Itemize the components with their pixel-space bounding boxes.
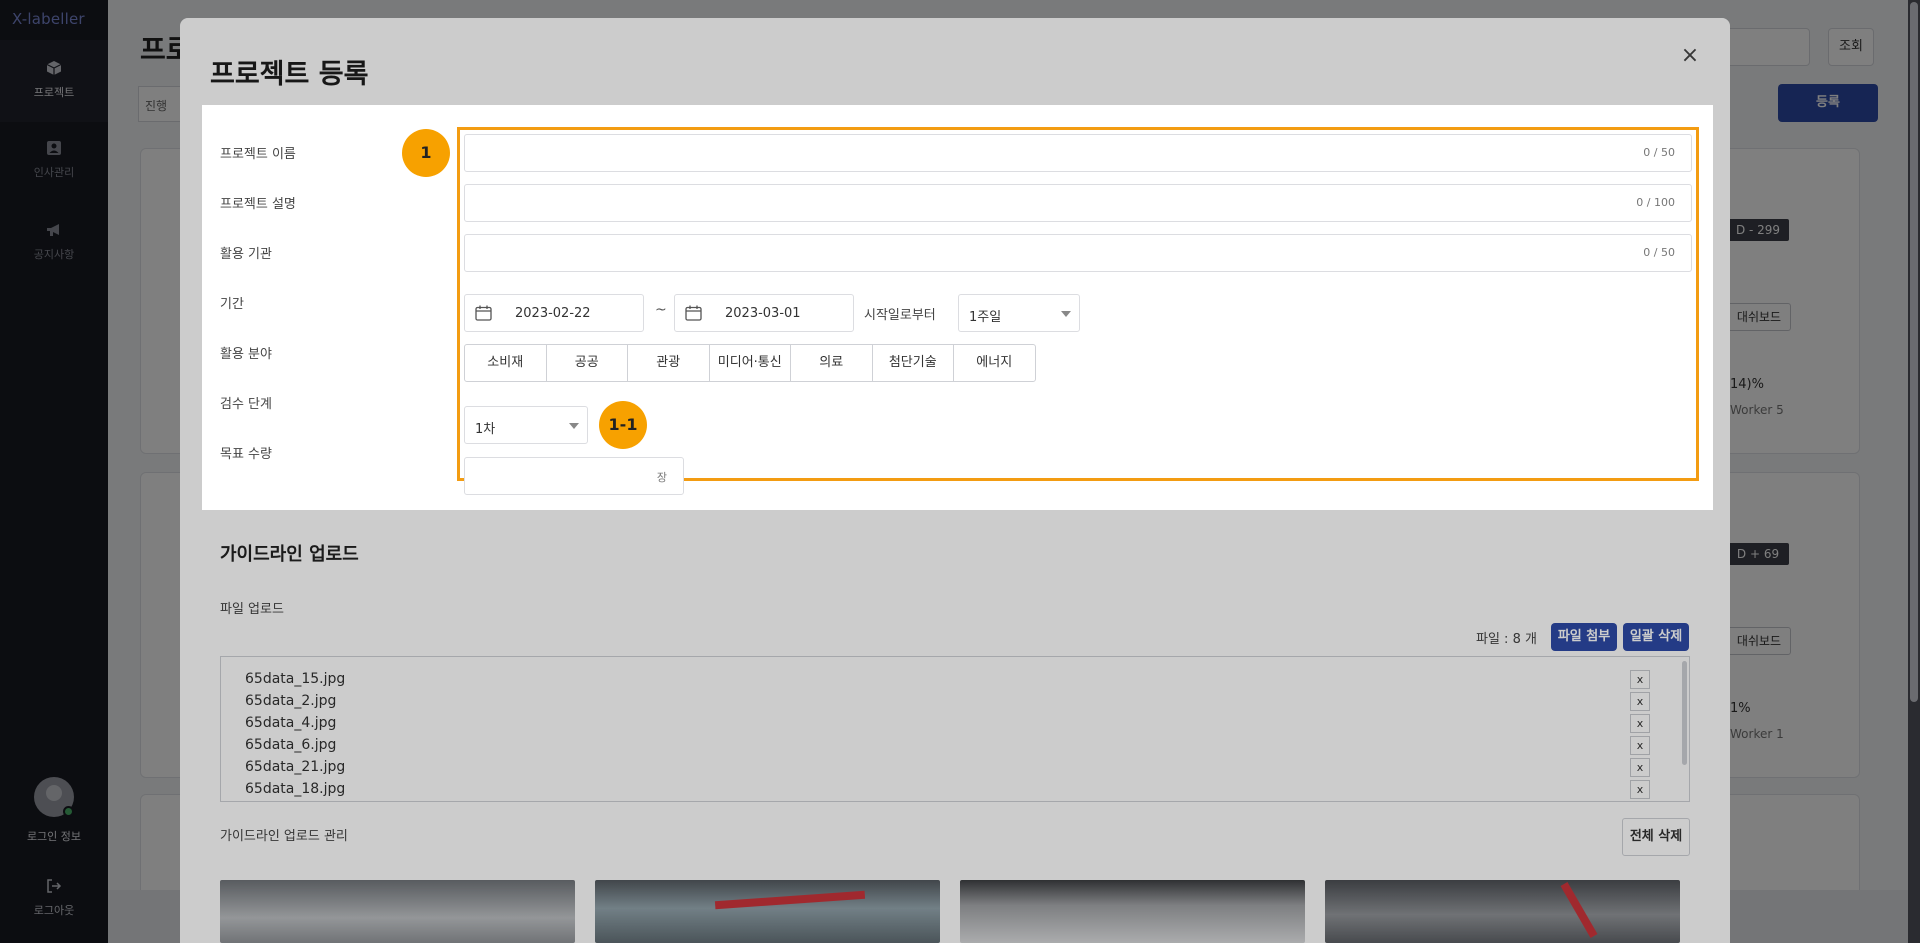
file-name: 65data_4.jpg: [245, 715, 337, 731]
file-name: 65data_18.jpg: [245, 781, 346, 797]
duration-select[interactable]: 1주일: [958, 294, 1080, 332]
project-register-modal: 프로젝트 등록 × 가이드라인 업로드 파일 업로드 파일 : 8 개 파일 첨…: [180, 18, 1730, 943]
remove-file-button[interactable]: x: [1630, 670, 1650, 689]
char-counter: 0 / 50: [1643, 146, 1675, 159]
field-option-hightech[interactable]: 첨단기술: [871, 344, 954, 382]
file-list-scrollbar[interactable]: [1682, 661, 1687, 765]
organization-input[interactable]: 0 / 50: [464, 234, 1692, 272]
guideline-section-title: 가이드라인 업로드: [220, 544, 359, 565]
field-label: 활용 분야: [220, 347, 272, 362]
period-label: 기간: [220, 297, 244, 312]
field-segment-group: 소비재 공공 관광 미디어·통신 의료 첨단기술 에너지: [464, 344, 1036, 382]
chevron-down-icon: [1061, 311, 1071, 317]
field-option-media[interactable]: 미디어·통신: [708, 344, 791, 382]
calendar-icon: [685, 305, 702, 321]
end-date-picker[interactable]: 2023-03-01: [674, 294, 854, 332]
quantity-unit: 장: [656, 471, 667, 484]
file-list: 65data_15.jpg 65data_2.jpg 65data_4.jpg …: [220, 656, 1690, 802]
start-date-picker[interactable]: 2023-02-22: [464, 294, 644, 332]
guideline-thumbnail[interactable]: [595, 880, 940, 943]
file-name: 65data_15.jpg: [245, 671, 346, 687]
from-start-label: 시작일로부터: [864, 308, 936, 323]
review-stage-value: 1차: [475, 422, 496, 437]
page-scrollbar[interactable]: [1908, 0, 1920, 943]
project-form-panel: 프로젝트 이름 프로젝트 설명 활용 기관 기간 활용 분야 검수 단계 목표 …: [202, 105, 1713, 510]
file-name: 65data_2.jpg: [245, 693, 337, 709]
project-description-input[interactable]: 0 / 100: [464, 184, 1692, 222]
scrollbar-thumb[interactable]: [1910, 2, 1918, 702]
file-upload-label: 파일 업로드: [220, 602, 284, 617]
annotation-marker: 1: [402, 129, 450, 177]
field-option-energy[interactable]: 에너지: [953, 344, 1036, 382]
chevron-down-icon: [569, 423, 579, 429]
remove-file-button[interactable]: x: [1630, 780, 1650, 799]
remove-file-button[interactable]: x: [1630, 714, 1650, 733]
calendar-icon: [475, 305, 492, 321]
annotation-marker: 1-1: [599, 401, 647, 449]
guideline-manage-label: 가이드라인 업로드 관리: [220, 829, 348, 844]
attach-file-button[interactable]: 파일 첨부: [1551, 623, 1617, 651]
end-date-value: 2023-03-01: [725, 306, 801, 321]
file-name: 65data_21.jpg: [245, 759, 346, 775]
organization-label: 활용 기관: [220, 247, 272, 262]
file-count: 파일 : 8 개: [1476, 632, 1537, 647]
duration-value: 1주일: [969, 310, 1002, 325]
project-name-input[interactable]: 0 / 50: [464, 134, 1692, 172]
remove-file-button[interactable]: x: [1630, 692, 1650, 711]
guideline-thumbnail[interactable]: [960, 880, 1305, 943]
guideline-thumbnail[interactable]: [1325, 880, 1680, 943]
project-name-label: 프로젝트 이름: [220, 147, 296, 162]
remove-file-button[interactable]: x: [1630, 758, 1650, 777]
char-counter: 0 / 50: [1643, 246, 1675, 259]
char-counter: 0 / 100: [1636, 196, 1675, 209]
guideline-thumbnail[interactable]: [220, 880, 575, 943]
field-option-tourism[interactable]: 관광: [627, 344, 710, 382]
file-name: 65data_6.jpg: [245, 737, 337, 753]
field-option-medical[interactable]: 의료: [790, 344, 873, 382]
target-quantity-input[interactable]: 장: [464, 457, 684, 495]
close-icon[interactable]: ×: [1680, 45, 1700, 67]
start-date-value: 2023-02-22: [515, 306, 591, 321]
field-option-public[interactable]: 공공: [545, 344, 628, 382]
target-quantity-label: 목표 수량: [220, 447, 272, 462]
project-description-label: 프로젝트 설명: [220, 197, 296, 212]
remove-file-button[interactable]: x: [1630, 736, 1650, 755]
date-separator: ~: [655, 302, 667, 318]
delete-all-button[interactable]: 전체 삭제: [1622, 818, 1690, 856]
review-stage-select[interactable]: 1차: [464, 406, 588, 444]
review-stage-label: 검수 단계: [220, 397, 272, 412]
bulk-delete-button[interactable]: 일괄 삭제: [1623, 623, 1689, 651]
field-option-consumer[interactable]: 소비재: [464, 344, 547, 382]
modal-title: 프로젝트 등록: [210, 59, 369, 90]
